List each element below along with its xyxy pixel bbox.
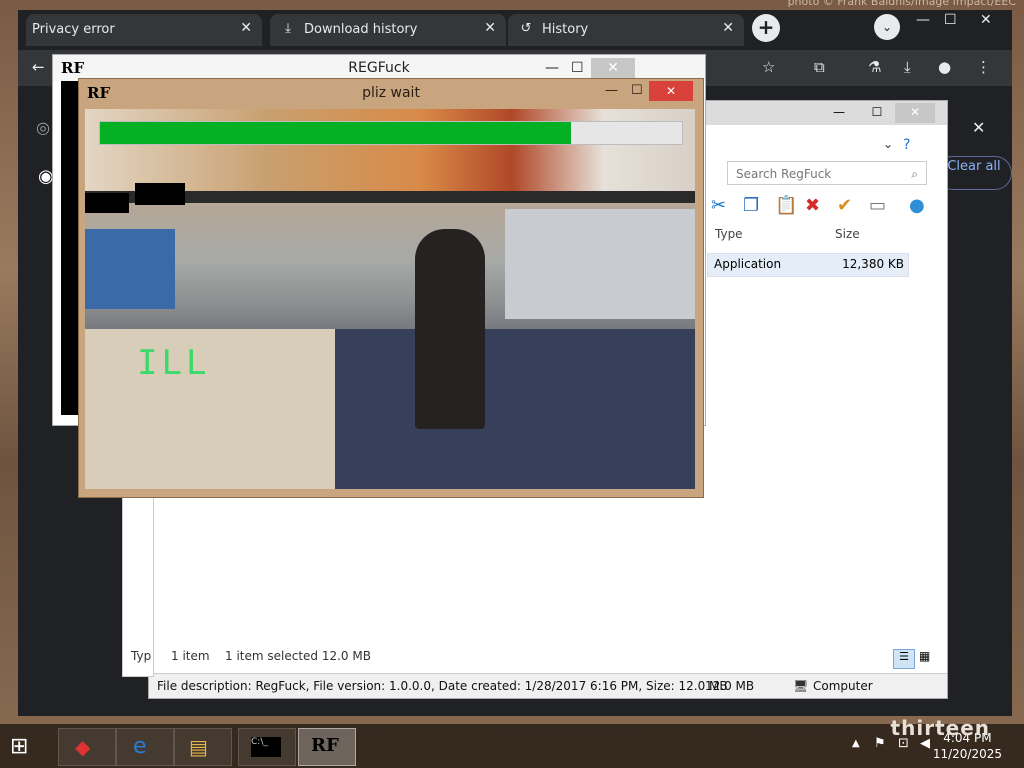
taskbar-regfuck[interactable]: RF [298,728,356,766]
folder-icon: ▤ [189,735,208,759]
tab-label: Privacy error [32,22,115,37]
close-button[interactable]: ✕ [980,12,992,28]
labs-flask-icon[interactable]: ⚗ [868,58,881,76]
item-count: 1 item [171,649,210,663]
back-arrow-icon[interactable]: ← [32,58,45,76]
windows-start-icon[interactable]: ⊞ [10,734,28,759]
overlay-text: ILL [137,343,211,383]
show-hidden-icons[interactable]: ▲ [852,738,860,749]
taskbar-cmd[interactable]: C:\_ [238,728,296,766]
ie-icon: e [133,734,147,759]
close-icon[interactable]: ✕ [972,118,985,137]
channel-watermark: thirteen [890,716,990,740]
tab-history[interactable]: ↺ History ✕ [508,14,744,46]
close-icon[interactable]: ✕ [484,20,496,36]
close-button[interactable]: ✕ [895,103,935,123]
file-row[interactable]: Application 12,380 KB [707,253,909,277]
taskbar-file-explorer[interactable]: ▤ [174,728,232,766]
chevron-down-icon[interactable]: ⌄ [883,137,893,151]
tab-label: Download history [304,22,418,37]
details-view-icon[interactable]: ☰ [893,649,915,669]
help-icon[interactable]: ? [903,137,910,153]
minimize-button[interactable]: — [605,83,618,98]
details-bar: File description: RegFuck, File version:… [149,673,947,698]
pliz-wait-window: RF pliz wait — ☐ ✕ ILL [78,78,704,498]
properties-icon[interactable]: ▭ [869,195,886,216]
rf-logo-icon: RF [311,735,339,756]
person-in-coat [415,229,485,429]
minimize-button[interactable]: — [819,103,859,123]
close-button[interactable]: ✕ [591,58,635,78]
window-title-text: REGFuck [348,60,410,76]
search-input[interactable]: Search RegFuck ⌕ [727,161,927,185]
display-shelf [505,209,695,319]
download-icon[interactable]: ⤓ [904,58,911,76]
copy-icon[interactable]: ❐ [743,195,759,216]
redaction-bar [85,193,129,213]
carpet [335,329,695,489]
file-description: File description: RegFuck, File version:… [157,679,728,693]
close-button[interactable]: ✕ [649,81,693,101]
globe-icon[interactable]: ● [909,195,925,216]
tab-strip: Privacy error ✕ ⤓ Download history ✕ ↺ H… [18,10,1012,46]
extensions-icon[interactable]: ⧉ [814,58,825,76]
download-icon: ⤓ [285,21,291,36]
progress-fill [100,122,572,144]
store-photo [85,109,695,489]
selection-status: 1 item selected 12.0 MB [225,649,371,663]
tab-download-history[interactable]: ⤓ Download history ✕ [270,14,506,46]
person-left [85,229,175,309]
close-icon[interactable]: ✕ [240,20,252,36]
large-icons-view-icon[interactable]: ▦ [919,649,930,663]
details-size: 12.0 MB [705,679,755,693]
chrome-logo-icon: ◎ [36,118,50,137]
minimize-button[interactable]: — [916,12,930,28]
taskbar: ⊞ ◆ e ▤ C:\_ RF ▲ ⚑ ⊡ ◀ 4:04 PM 11/20/20… [0,724,1024,768]
search-icon: ⌕ [911,167,918,181]
column-header-type[interactable]: Type [715,227,743,241]
tab-search-button[interactable]: ⌄ [874,14,900,40]
cut-icon[interactable]: ✂ [711,195,726,216]
maximize-button[interactable]: ☐ [944,12,957,28]
rf-logo-icon: RF [87,84,111,102]
delete-icon[interactable]: ✖ [805,195,820,216]
flag-icon[interactable]: ⚑ [874,736,886,751]
search-placeholder: Search RegFuck [736,167,832,181]
column-header-size[interactable]: Size [835,227,860,241]
checkmark-icon[interactable]: ✔ [837,195,852,216]
tab-label: History [542,22,589,37]
details-location: Computer [813,679,873,693]
tab-privacy-error[interactable]: Privacy error ✕ [26,14,262,46]
menu-kebab-icon[interactable]: ⋮ [976,58,991,76]
profile-icon[interactable]: ● [938,58,951,76]
taskbar-app-store[interactable]: ◆ [58,728,116,766]
window-title-text: pliz wait [362,85,420,101]
photo-credit: photo © Frank Baldhis/Image Impact/EEC [787,0,1016,8]
cmd-icon: C:\_ [251,737,281,757]
paste-icon[interactable]: 📋 [775,195,797,216]
file-type: Application [714,257,782,271]
redaction-bar [135,183,185,205]
maximize-button[interactable]: ☐ [631,83,643,98]
computer-icon: 🖥 [793,679,809,693]
clock-date: 11/20/2025 [932,747,1002,761]
taskbar-ie[interactable]: e [116,728,174,766]
history-icon: ↺ [520,21,532,36]
app-store-icon: ◆ [75,735,91,759]
bookmark-star-icon[interactable]: ☆ [762,58,775,76]
left-pane: Typ [122,470,154,677]
new-tab-button[interactable]: + [752,14,780,42]
progress-bar [99,121,683,145]
close-icon[interactable]: ✕ [722,20,734,36]
left-pane-label: Typ [131,649,152,663]
file-size: 12,380 KB [842,257,904,271]
maximize-button[interactable]: ☐ [857,103,897,123]
